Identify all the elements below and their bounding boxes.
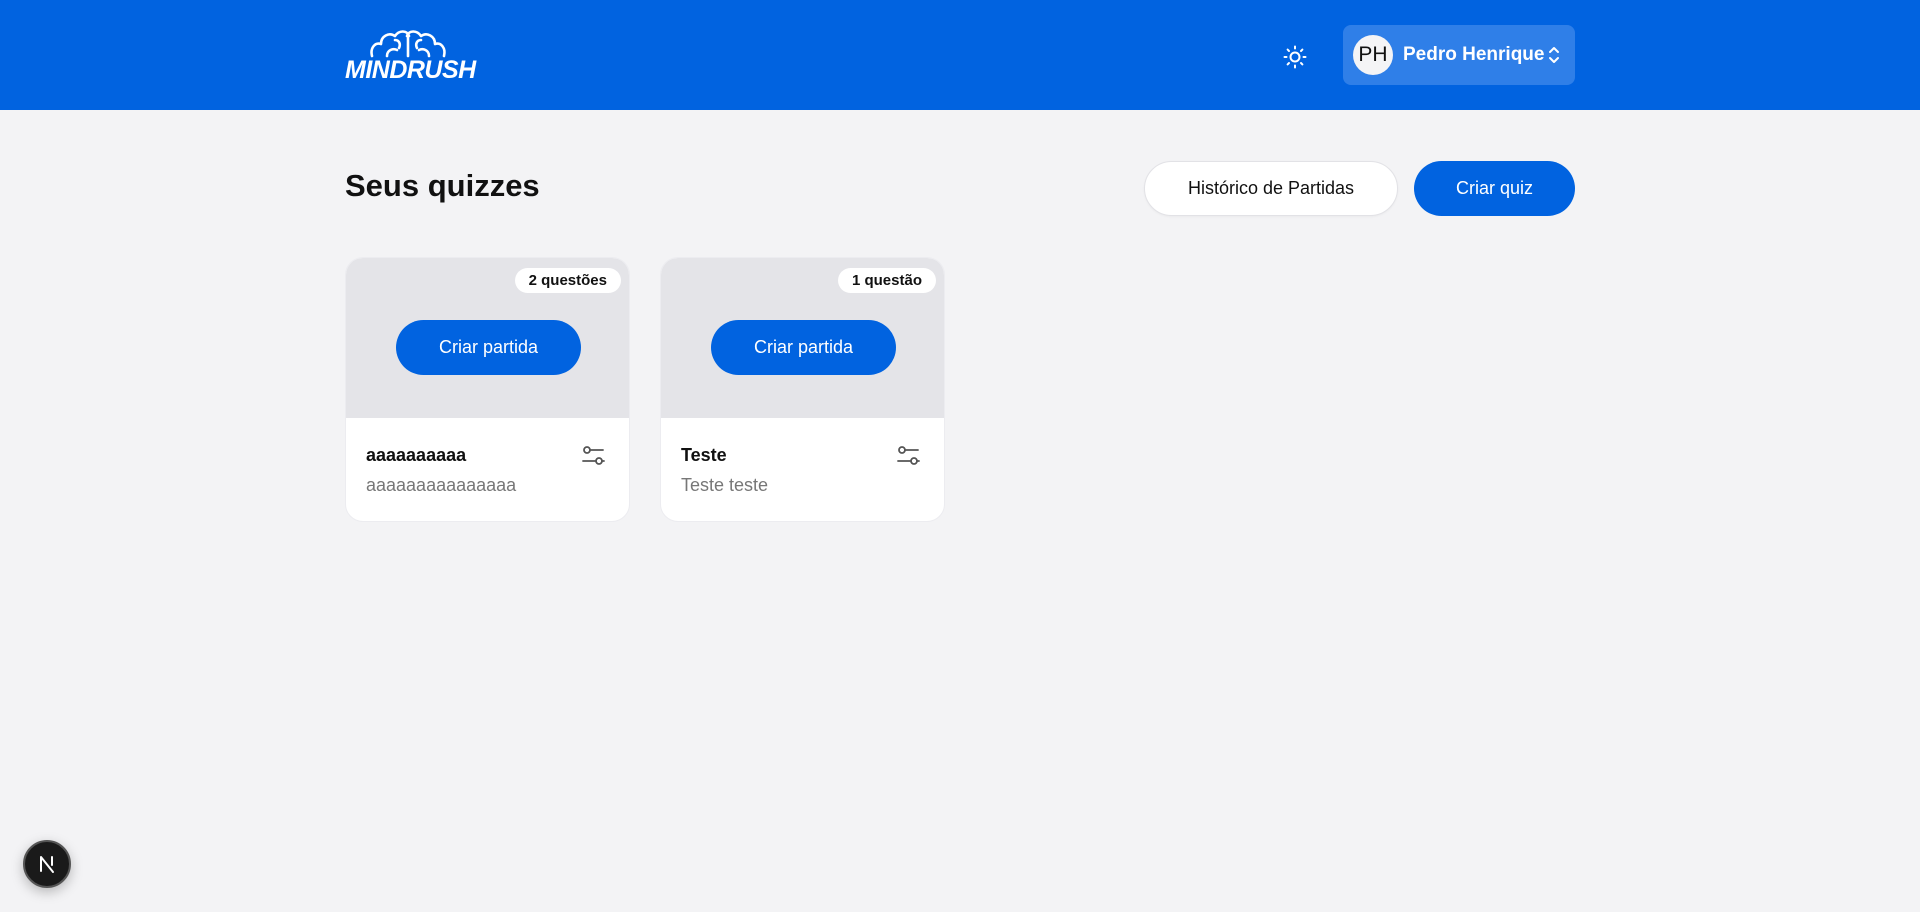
match-history-button[interactable]: Histórico de Partidas [1144,161,1398,216]
create-match-button[interactable]: Criar partida [711,320,896,375]
question-count-badge: 1 questão [837,268,936,293]
brand-name: MINDRUSH [345,56,476,84]
quiz-card-cover: 1 questão Criar partida [661,258,944,418]
page-title: Seus quizzes [345,168,540,203]
create-quiz-button[interactable]: Criar quiz [1414,161,1575,216]
nextjs-logo-icon [40,856,54,873]
quiz-title: Teste [681,445,727,465]
top-bar: MINDRUSH PH Pedro Henrique [0,0,1920,110]
sliders-icon[interactable] [896,444,922,468]
avatar: PH [1353,35,1393,75]
user-menu-button[interactable]: PH Pedro Henrique [1343,25,1575,85]
mindrush-logo[interactable]: MINDRUSH [345,28,476,84]
chevron-up-down-icon [1549,47,1559,63]
quiz-card: 1 questão Criar partida Teste Teste test… [660,257,945,522]
brain-icon [370,30,446,58]
nextjs-devtools-button[interactable] [23,840,71,888]
sliders-icon[interactable] [581,444,607,468]
quiz-title: aaaaaaaaaa [366,445,467,465]
question-count-badge: 2 questões [514,268,621,293]
sun-icon [1283,45,1307,69]
quiz-card-cover: 2 questões Criar partida [346,258,629,418]
quiz-description: Teste teste [681,475,769,495]
quiz-description: aaaaaaaaaaaaaaa [366,475,517,495]
quiz-card: 2 questões Criar partida aaaaaaaaaa aaaa… [345,257,630,522]
user-name: Pedro Henrique [1403,44,1545,65]
create-match-button[interactable]: Criar partida [396,320,581,375]
theme-toggle-button[interactable] [1280,42,1310,72]
